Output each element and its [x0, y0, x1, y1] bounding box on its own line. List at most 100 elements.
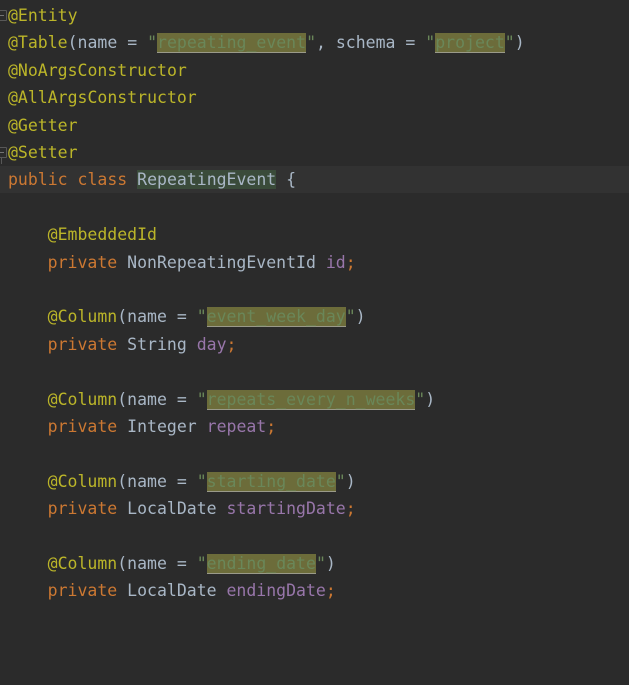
identifier-token: name [127, 472, 167, 491]
code-token [117, 581, 127, 600]
annotation-token: @Column [48, 472, 118, 491]
identifier-token: Integer [127, 417, 197, 436]
identifier-token: String [127, 335, 187, 354]
string-literal-token: " [425, 33, 435, 52]
string-literal-token: " [306, 33, 316, 52]
injected-reference-token[interactable]: repeats_every_n_weeks [207, 390, 416, 410]
code-line[interactable]: private NonRepeatingEventId id; [0, 249, 629, 276]
annotation-token: @Column [48, 554, 118, 573]
code-token [117, 253, 127, 272]
code-token: ) [515, 33, 525, 52]
identifier-token: name [127, 554, 167, 573]
code-token [187, 335, 197, 354]
code-token [117, 417, 127, 436]
keyword-token: class [78, 170, 128, 189]
code-line[interactable]: private Integer repeat; [0, 413, 629, 440]
identifier-token: LocalDate [127, 581, 216, 600]
field-name-token: endingDate [227, 581, 326, 600]
annotation-token: @Entity [8, 6, 78, 25]
code-line[interactable]: @EmbeddedId [0, 221, 629, 248]
identifier-token: name [78, 33, 118, 52]
code-token: = [395, 33, 425, 52]
string-literal-token: " [197, 554, 207, 573]
code-line[interactable]: @Column(name = "ending_date") [0, 550, 629, 577]
code-token: = [117, 33, 147, 52]
code-editor[interactable]: @Entity @Table(name = "repeating_event", … [0, 0, 629, 685]
code-line[interactable]: @Entity [0, 2, 629, 29]
code-token: , [316, 33, 336, 52]
code-token: ; [346, 253, 356, 272]
identifier-token: NonRepeatingEventId [127, 253, 316, 272]
code-token [197, 417, 207, 436]
class-name-token: RepeatingEvent [137, 170, 276, 189]
identifier-token: LocalDate [127, 499, 216, 518]
code-token: = [167, 554, 197, 573]
code-token [68, 170, 78, 189]
code-token: { [276, 170, 296, 189]
code-token [117, 335, 127, 354]
keyword-token: public [8, 170, 68, 189]
code-token: ( [117, 554, 127, 573]
code-token: ; [326, 581, 336, 600]
identifier-token: name [127, 307, 167, 326]
code-line[interactable]: @Column(name = "starting_date") [0, 468, 629, 495]
code-token: ( [117, 472, 127, 491]
code-line[interactable]: @NoArgsConstructor [0, 57, 629, 84]
code-line[interactable] [0, 276, 629, 303]
string-literal-token: " [197, 472, 207, 491]
string-literal-token: " [336, 472, 346, 491]
code-token [217, 499, 227, 518]
code-token: ) [425, 390, 435, 409]
keyword-token: private [48, 499, 118, 518]
injected-reference-token[interactable]: starting_date [207, 472, 336, 492]
code-line[interactable]: @Column(name = "repeats_every_n_weeks") [0, 386, 629, 413]
code-token: ( [117, 307, 127, 326]
code-line[interactable] [0, 194, 629, 221]
injected-reference-token[interactable]: project [435, 33, 505, 53]
code-token: ) [356, 307, 366, 326]
identifier-token: name [127, 390, 167, 409]
annotation-token: @Setter [8, 143, 78, 162]
code-line[interactable]: private LocalDate endingDate; [0, 577, 629, 604]
annotation-token: @NoArgsConstructor [8, 61, 187, 80]
string-literal-token: " [197, 390, 207, 409]
code-line[interactable] [0, 523, 629, 550]
injected-reference-token[interactable]: repeating_event [157, 33, 306, 53]
field-name-token: startingDate [227, 499, 346, 518]
annotation-token: @EmbeddedId [48, 225, 157, 244]
code-line-current[interactable]: public class RepeatingEvent { [0, 166, 629, 193]
code-token [117, 499, 127, 518]
code-line[interactable] [0, 440, 629, 467]
string-literal-token: " [147, 33, 157, 52]
code-token [127, 170, 137, 189]
annotation-token: @Getter [8, 116, 78, 135]
keyword-token: private [48, 253, 118, 272]
code-line[interactable]: @Setter [0, 139, 629, 166]
injected-reference-token[interactable]: event_week_day [207, 307, 346, 327]
string-literal-token: " [346, 307, 356, 326]
code-token: ) [326, 554, 336, 573]
code-line[interactable]: private String day; [0, 331, 629, 358]
identifier-token: schema [336, 33, 396, 52]
code-token: ; [227, 335, 237, 354]
code-line[interactable]: @Column(name = "event_week_day") [0, 303, 629, 330]
code-line[interactable]: @Getter [0, 112, 629, 139]
code-line[interactable]: @Table(name = "repeating_event", schema … [0, 29, 629, 56]
keyword-token: private [48, 417, 118, 436]
annotation-token: @AllArgsConstructor [8, 88, 197, 107]
code-line[interactable]: @AllArgsConstructor [0, 84, 629, 111]
injected-reference-token[interactable]: ending_date [207, 554, 316, 574]
code-line[interactable] [0, 358, 629, 385]
code-token: ( [117, 390, 127, 409]
field-name-token: repeat [207, 417, 267, 436]
annotation-token: @Column [48, 390, 118, 409]
code-token: = [167, 390, 197, 409]
code-token: ) [346, 472, 356, 491]
string-literal-token: " [197, 307, 207, 326]
code-line[interactable]: private LocalDate startingDate; [0, 495, 629, 522]
field-name-token: day [197, 335, 227, 354]
annotation-token: @Column [48, 307, 118, 326]
string-literal-token: " [415, 390, 425, 409]
code-token [316, 253, 326, 272]
code-token: ; [266, 417, 276, 436]
